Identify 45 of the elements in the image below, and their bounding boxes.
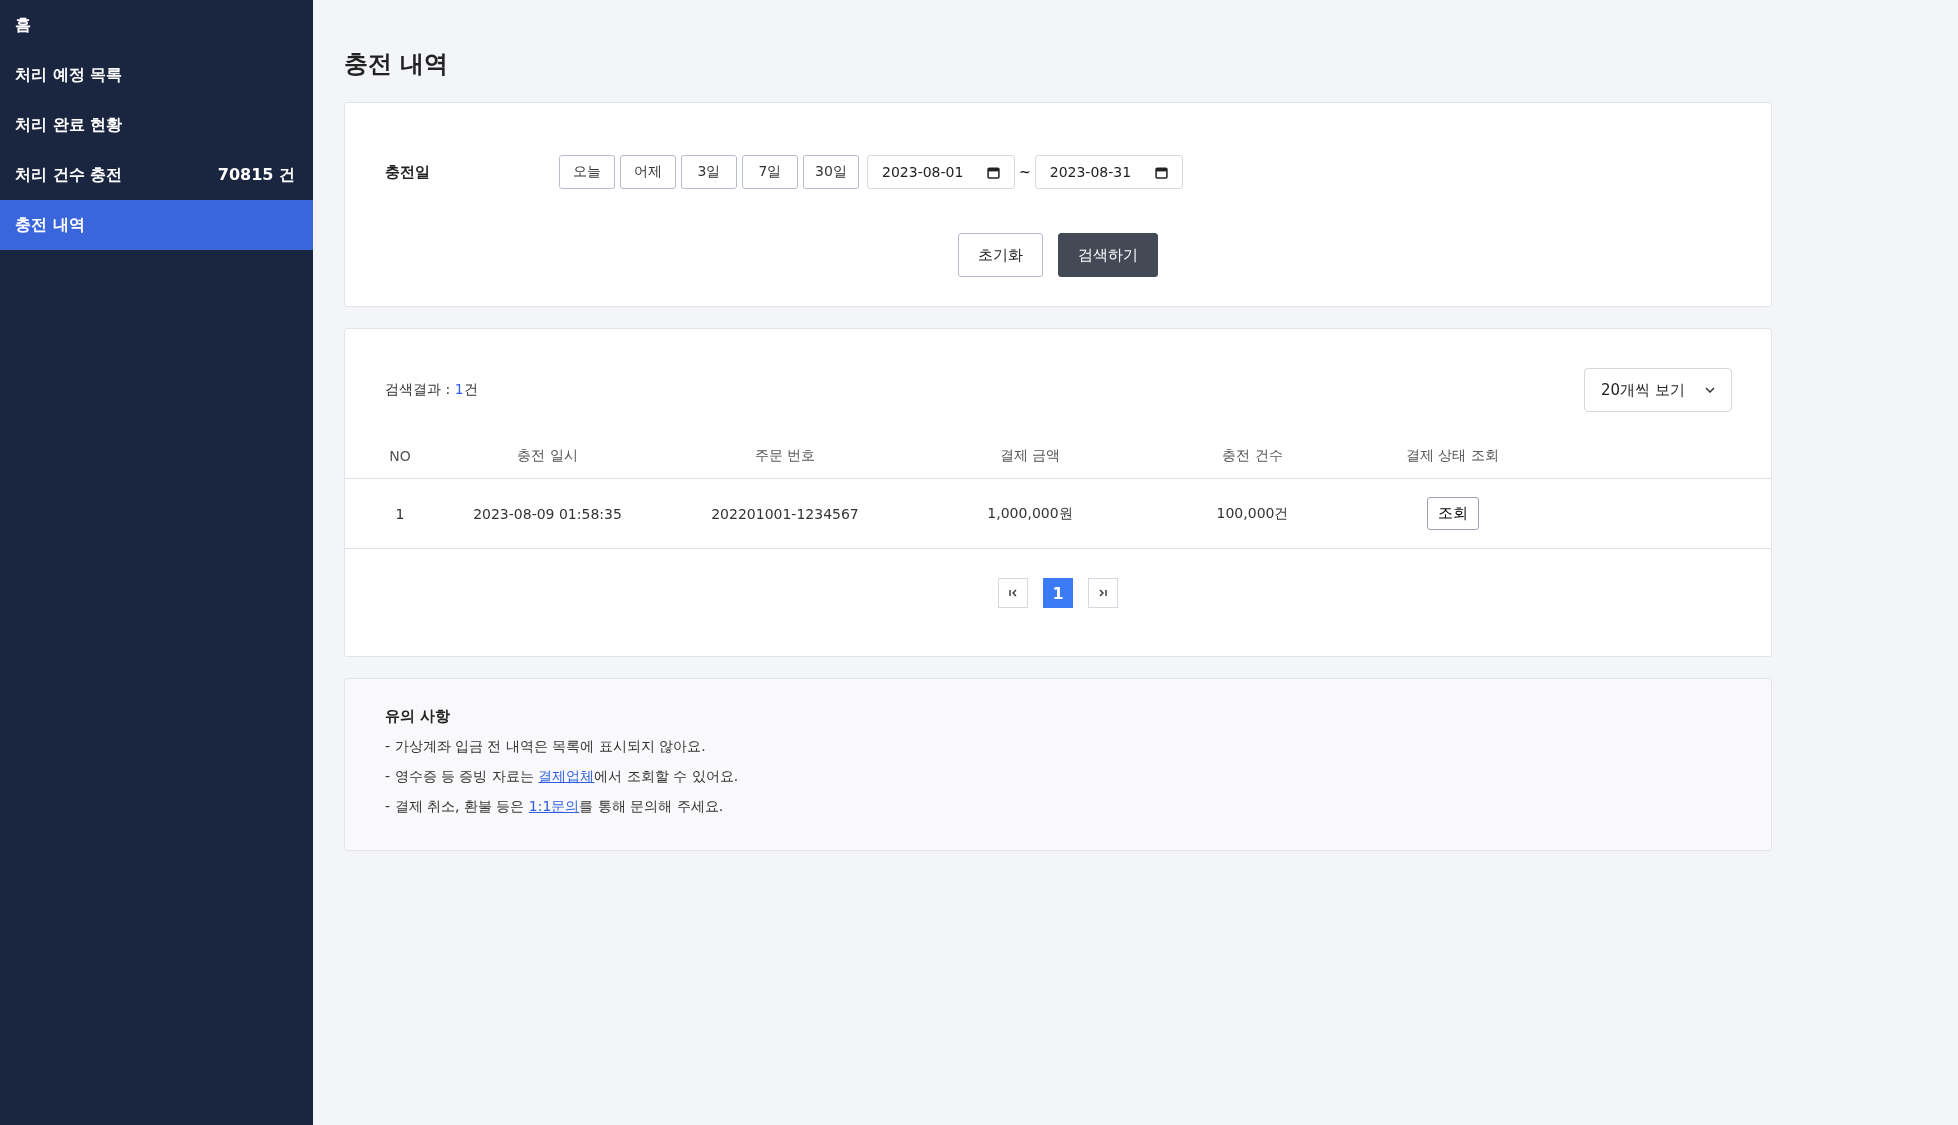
search-button[interactable]: 검색하기 — [1058, 233, 1158, 277]
sidebar-item[interactable]: 홈 — [0, 0, 313, 50]
range-button[interactable]: 3일 — [681, 155, 737, 189]
calendar-icon — [987, 165, 1000, 179]
range-button[interactable]: 어제 — [620, 155, 676, 189]
range-button[interactable]: 7일 — [742, 155, 798, 189]
column-header: 충전 건수 — [1222, 447, 1283, 465]
range-button[interactable]: 오늘 — [559, 155, 615, 189]
column-header: 결제 상태 조회 — [1406, 447, 1499, 465]
first-page-icon — [1008, 588, 1018, 598]
filter-label: 충전일 — [385, 162, 431, 182]
notes-title: 유의 사항 — [385, 707, 452, 726]
end-date-field[interactable]: 2023-08-31 — [1034, 155, 1183, 189]
note-link[interactable]: 결제업체 — [538, 768, 595, 784]
table-cell: 100,000건 — [1216, 504, 1289, 523]
column-header: 충전 일시 — [517, 447, 578, 465]
sidebar-item[interactable]: 처리 건수 충전 70815 건 — [0, 150, 313, 200]
column-header: NO — [389, 448, 411, 464]
page-title: 충전 내역 — [344, 49, 450, 80]
range-button[interactable]: 30일 — [803, 155, 859, 189]
table-cell: 202201001-1234567 — [711, 505, 859, 522]
page-size-select[interactable]: 20개씩 보기 — [1584, 368, 1732, 412]
result-count: 검색결과 : 1건 — [385, 381, 478, 399]
note-text: - 영수증 등 증빙 자료는 결제업체 에서 조회할 수 있어요. — [385, 767, 740, 786]
note-text: - 결제 취소, 환불 등은 1:1문의 를 통해 문의해 주세요. — [385, 797, 725, 816]
table-cell: 1,000,000원 — [987, 504, 1073, 523]
column-header: 주문 번호 — [754, 447, 816, 465]
date-separator: ~ — [1019, 164, 1031, 180]
chevron-down-icon — [1705, 387, 1715, 393]
column-header: 결제 금액 — [999, 447, 1061, 465]
last-page-button[interactable] — [1088, 578, 1118, 608]
sidebar-item[interactable]: 처리 예정 목록 — [0, 50, 313, 100]
note-link[interactable]: 1:1문의 — [528, 798, 580, 814]
last-page-icon — [1098, 588, 1108, 598]
page-button[interactable]: 1 — [1043, 578, 1073, 608]
table-cell: 2023-08-09 01:58:35 — [473, 505, 622, 522]
view-button[interactable]: 조회 — [1426, 497, 1479, 530]
reset-button[interactable]: 초기화 — [958, 233, 1043, 277]
table-cell: 1 — [395, 505, 405, 522]
first-page-button[interactable] — [998, 578, 1028, 608]
start-date-field[interactable]: 2023-08-01 — [867, 155, 1015, 189]
note-text: - 가상계좌 입금 전 내역은 목록에 표시되지 않아요. — [385, 737, 707, 756]
sidebar-item[interactable]: 처리 완료 현황 — [0, 100, 313, 150]
sidebar-item[interactable]: 충전 내역 — [0, 200, 313, 250]
calendar-icon — [1154, 165, 1168, 179]
